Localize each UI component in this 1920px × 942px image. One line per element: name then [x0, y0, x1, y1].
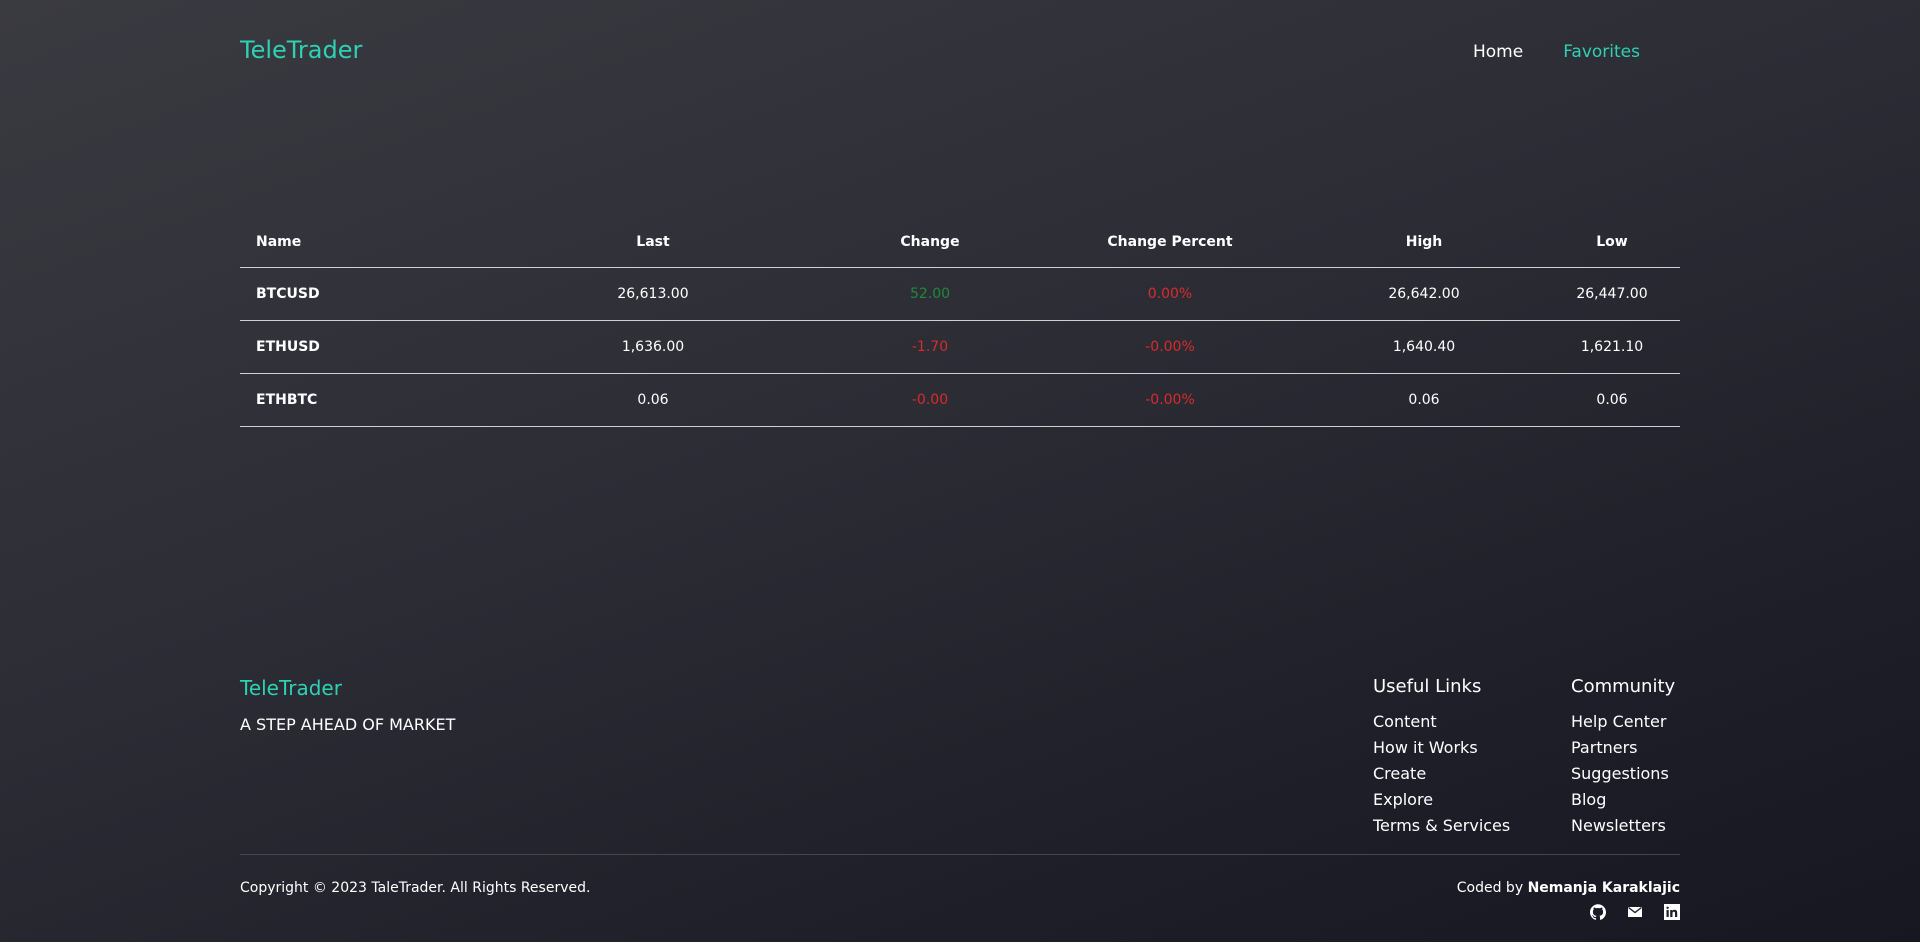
- footer-link-suggestions[interactable]: Suggestions: [1571, 761, 1675, 787]
- cell-last: 1,636.00: [482, 320, 824, 374]
- footer-link-explore[interactable]: Explore: [1373, 787, 1510, 813]
- coded-by-name: Nemanja Karaklajic: [1527, 880, 1680, 896]
- footer-logo: TeleTrader: [240, 676, 342, 700]
- col-last: Last: [482, 216, 824, 268]
- footer-divider: [240, 854, 1680, 855]
- cell-high: 1,640.40: [1304, 320, 1544, 374]
- table-header-row: Name Last Change Change Percent High Low: [240, 216, 1680, 268]
- footer-tagline: A STEP AHEAD OF MARKET: [240, 715, 456, 734]
- cell-high: 0.06: [1304, 373, 1544, 427]
- cell-change-percent: 0.00%: [1036, 267, 1304, 321]
- col-change: Change: [824, 216, 1036, 268]
- useful-links-column: Useful Links Content How it Works Create…: [1373, 676, 1510, 839]
- nav-favorites[interactable]: Favorites: [1563, 42, 1640, 62]
- coded-by-prefix: Coded by: [1456, 880, 1524, 896]
- table-row[interactable]: ETHUSD 1,636.00 -1.70 -0.00% 1,640.40 1,…: [240, 320, 1680, 374]
- cell-last: 26,613.00: [482, 267, 824, 321]
- nav-home[interactable]: Home: [1473, 42, 1523, 62]
- cell-name[interactable]: BTCUSD: [240, 267, 482, 321]
- footer-link-blog[interactable]: Blog: [1571, 787, 1675, 813]
- community-column: Community Help Center Partners Suggestio…: [1571, 676, 1675, 839]
- cell-name[interactable]: ETHUSD: [240, 320, 482, 374]
- table-row[interactable]: ETHBTC 0.06 -0.00 -0.00% 0.06 0.06: [240, 373, 1680, 427]
- cell-change: -1.70: [824, 320, 1036, 374]
- cell-low: 26,447.00: [1544, 267, 1680, 321]
- github-icon[interactable]: [1590, 904, 1606, 920]
- cell-change: -0.00: [824, 373, 1036, 427]
- cell-last: 0.06: [482, 373, 824, 427]
- favorites-table: Name Last Change Change Percent High Low…: [240, 216, 1680, 427]
- social-links: [1590, 904, 1680, 920]
- footer-link-content[interactable]: Content: [1373, 709, 1510, 735]
- linkedin-icon[interactable]: [1664, 904, 1680, 920]
- community-title: Community: [1571, 676, 1676, 697]
- useful-links-title: Useful Links: [1373, 676, 1482, 697]
- col-low: Low: [1544, 216, 1680, 268]
- footer: TeleTrader A STEP AHEAD OF MARKET Useful…: [240, 672, 1680, 942]
- col-high: High: [1304, 216, 1544, 268]
- footer-link-create[interactable]: Create: [1373, 761, 1510, 787]
- col-name: Name: [240, 216, 482, 268]
- cell-change-percent: -0.00%: [1036, 320, 1304, 374]
- cell-change: 52.00: [824, 267, 1036, 321]
- footer-link-terms[interactable]: Terms & Services: [1373, 813, 1510, 839]
- cell-change-percent: -0.00%: [1036, 373, 1304, 427]
- mail-icon[interactable]: [1627, 904, 1643, 920]
- footer-link-newsletters[interactable]: Newsletters: [1571, 813, 1675, 839]
- cell-low: 1,621.10: [1544, 320, 1680, 374]
- cell-high: 26,642.00: [1304, 267, 1544, 321]
- header: TeleTrader Home Favorites: [240, 0, 1680, 104]
- footer-link-help-center[interactable]: Help Center: [1571, 709, 1675, 735]
- main-nav: Home Favorites: [1473, 42, 1640, 62]
- table-row[interactable]: BTCUSD 26,613.00 52.00 0.00% 26,642.00 2…: [240, 267, 1680, 321]
- coded-by: Coded by Nemanja Karaklajic: [1457, 880, 1680, 896]
- footer-link-how-it-works[interactable]: How it Works: [1373, 735, 1510, 761]
- copyright: Copyright © 2023 TaleTrader. All Rights …: [240, 880, 591, 896]
- col-change-percent: Change Percent: [1036, 216, 1304, 268]
- logo[interactable]: TeleTrader: [240, 36, 362, 64]
- footer-link-partners[interactable]: Partners: [1571, 735, 1675, 761]
- favorites-table-section: Name Last Change Change Percent High Low…: [240, 216, 1680, 427]
- cell-low: 0.06: [1544, 373, 1680, 427]
- cell-name[interactable]: ETHBTC: [240, 373, 482, 427]
